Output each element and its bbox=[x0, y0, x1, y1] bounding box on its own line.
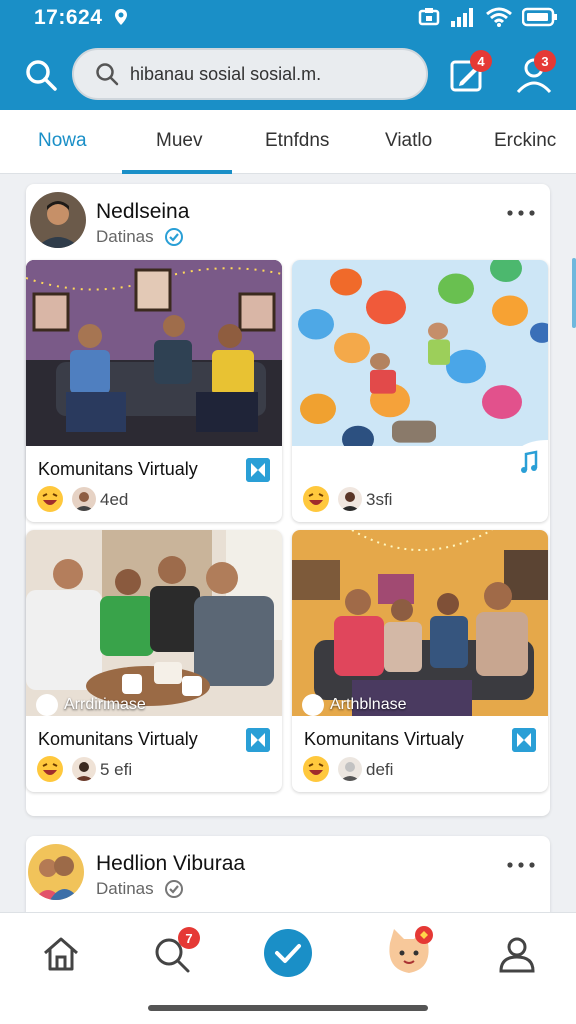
reactor-avatar bbox=[72, 757, 96, 781]
media-tile[interactable]: Arrdirimase Komunitans Virtualy 5 efi bbox=[26, 530, 282, 792]
music-note-icon[interactable] bbox=[506, 440, 548, 482]
status-time: 17:624 bbox=[34, 6, 103, 29]
bottom-nav: 7 bbox=[0, 912, 576, 1024]
laughing-emoji-icon[interactable] bbox=[36, 485, 64, 513]
inbox-button[interactable]: 4 bbox=[446, 50, 492, 96]
cast-icon bbox=[418, 8, 440, 26]
profile-badge: 3 bbox=[534, 50, 556, 72]
bookmark-icon[interactable] bbox=[246, 458, 270, 482]
author-name[interactable]: Hedlion Viburaa bbox=[96, 852, 245, 876]
status-bar: 17:624 bbox=[0, 0, 576, 34]
tab-active-indicator bbox=[122, 170, 232, 174]
search-icon[interactable] bbox=[24, 58, 58, 92]
home-indicator bbox=[148, 1005, 428, 1011]
friends-coffee-photo bbox=[26, 530, 282, 716]
post-card: Nedlseina Datinas Komunitans Virtualy 4e… bbox=[26, 184, 550, 816]
search-input[interactable] bbox=[130, 63, 420, 85]
more-options-icon[interactable] bbox=[506, 860, 536, 870]
author-subtitle: Datinas bbox=[96, 227, 154, 246]
caption-text: Arthblnase bbox=[330, 696, 407, 713]
tile-title: Komunitans Virtualy bbox=[38, 729, 198, 749]
inbox-badge: 4 bbox=[470, 50, 492, 72]
caption-avatar bbox=[36, 694, 58, 716]
reactor-avatar bbox=[338, 757, 362, 781]
image-caption: Arrdirimase bbox=[36, 694, 146, 716]
tile-title: Komunitans Virtualy bbox=[38, 459, 198, 479]
search-bar[interactable] bbox=[72, 48, 428, 100]
status-icons bbox=[418, 7, 558, 27]
tab-nowa[interactable]: Nowa bbox=[38, 130, 87, 152]
profile-icon[interactable] bbox=[496, 933, 538, 975]
reaction-count: 4ed bbox=[100, 490, 129, 509]
more-options-icon[interactable] bbox=[506, 208, 536, 218]
author-avatar[interactable] bbox=[30, 192, 86, 248]
location-icon bbox=[115, 9, 127, 25]
battery-icon bbox=[522, 7, 557, 27]
author-name[interactable]: Nedlseina bbox=[96, 200, 189, 224]
reaction-count: defi bbox=[366, 760, 394, 779]
tab-muev[interactable]: Muev bbox=[156, 130, 202, 152]
app-header: 17:624 hibanau sosial sosial.m. 4 3 bbox=[0, 0, 576, 110]
nav-search-button[interactable]: 7 bbox=[150, 927, 200, 981]
reaction-count: 5 efi bbox=[100, 760, 133, 779]
reactor-avatar bbox=[72, 487, 96, 511]
signal-icon bbox=[451, 8, 473, 27]
media-tile[interactable]: Komunitans Virtualy 4ed bbox=[26, 260, 282, 522]
profile-button[interactable]: 3 bbox=[512, 50, 556, 96]
search-badge: 7 bbox=[178, 927, 200, 949]
magnifier-icon bbox=[96, 63, 119, 86]
caption-text: Arrdirimase bbox=[64, 696, 146, 713]
laughing-emoji-icon[interactable] bbox=[36, 755, 64, 783]
tile-title: Komunitans Virtualy bbox=[304, 729, 464, 749]
media-tile[interactable]: Arthblnase Komunitans Virtualy defi bbox=[292, 530, 548, 792]
author-avatar[interactable] bbox=[28, 844, 84, 900]
tab-bar: Nowa Muev Etnfdns Viatlo Erckinc bbox=[0, 110, 576, 174]
home-icon[interactable] bbox=[40, 933, 82, 975]
reactor-avatar bbox=[338, 487, 362, 511]
tab-etnfdns[interactable]: Etnfdns bbox=[265, 130, 329, 152]
bookmark-icon[interactable] bbox=[246, 728, 270, 752]
bookmark-icon[interactable] bbox=[512, 728, 536, 752]
author-subtitle: Datinas bbox=[96, 879, 154, 898]
verified-icon bbox=[165, 880, 183, 898]
scroll-indicator[interactable] bbox=[572, 258, 576, 328]
wifi-icon bbox=[486, 7, 512, 27]
tab-erckinc[interactable]: Erckinc bbox=[494, 130, 556, 152]
group-gathering-photo bbox=[292, 530, 548, 716]
caption-avatar bbox=[302, 694, 324, 716]
cat-avatar-icon[interactable] bbox=[384, 925, 434, 979]
reaction-count: 3sfi bbox=[366, 490, 393, 509]
laughing-emoji-icon[interactable] bbox=[302, 485, 330, 513]
laughing-emoji-icon[interactable] bbox=[302, 755, 330, 783]
verified-icon bbox=[165, 228, 183, 246]
tab-viatlo[interactable]: Viatlo bbox=[385, 130, 432, 152]
media-tile[interactable]: 3sfi bbox=[292, 260, 548, 522]
living-room-photo bbox=[26, 260, 282, 446]
floating-apps-illustration bbox=[292, 260, 548, 446]
image-caption: Arthblnase bbox=[302, 694, 407, 716]
check-icon[interactable] bbox=[264, 929, 312, 977]
